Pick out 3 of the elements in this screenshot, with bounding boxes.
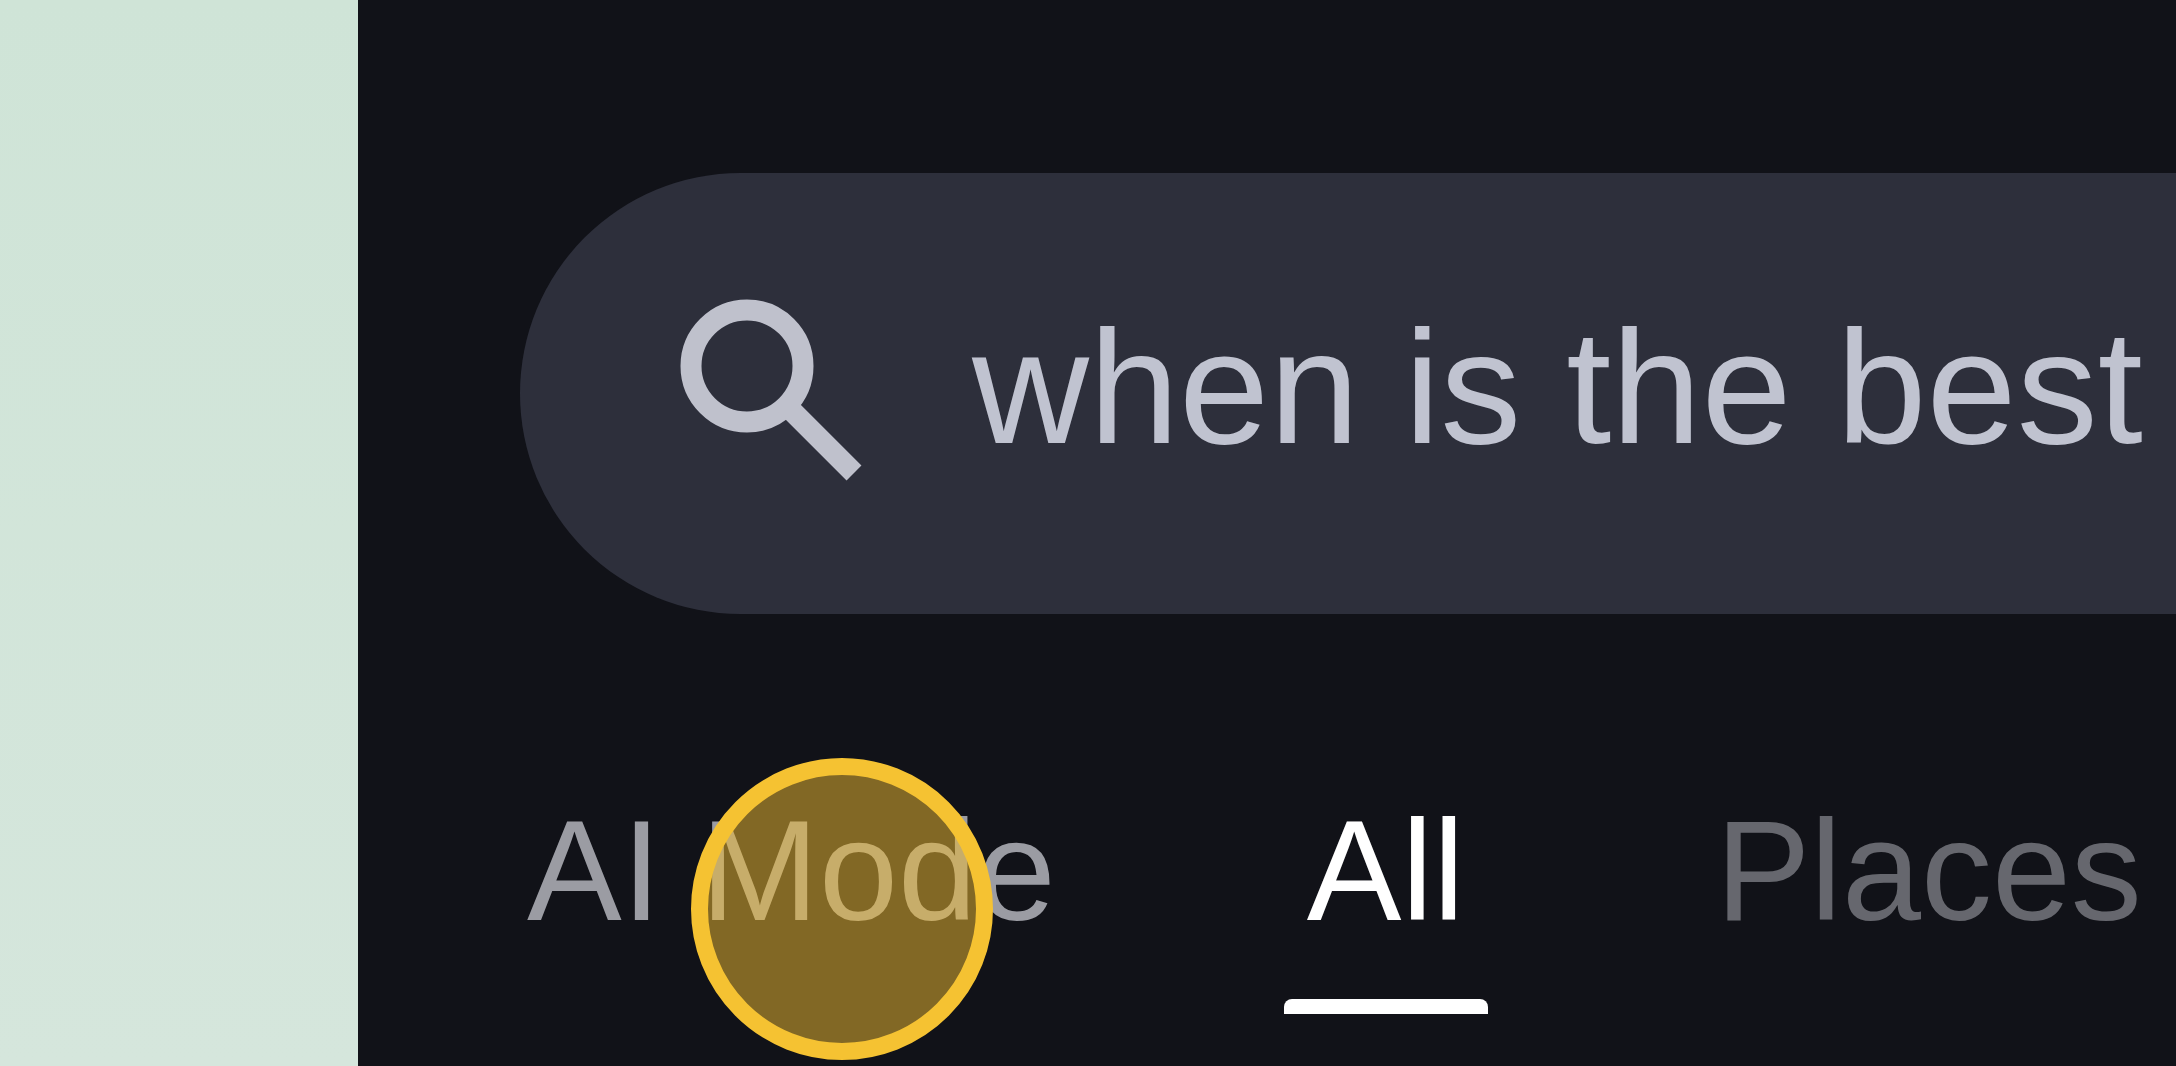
search-icon <box>680 298 862 481</box>
search-field[interactable]: when is the best <box>520 173 2176 614</box>
tab[interactable]: All <box>1283 800 1488 1014</box>
